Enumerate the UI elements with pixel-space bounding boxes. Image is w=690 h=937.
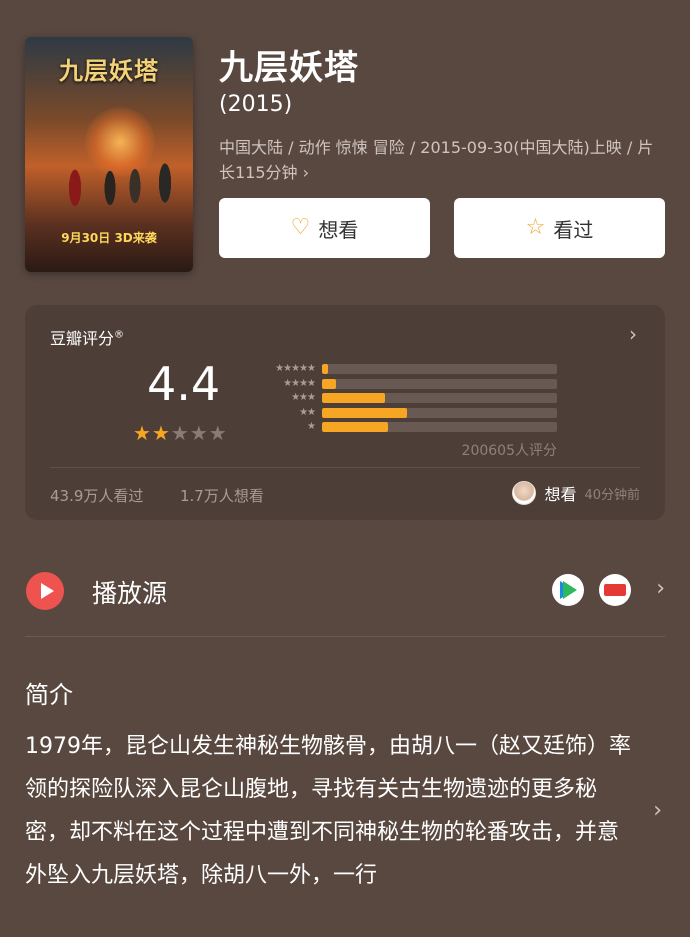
want-label: 想看 <box>318 217 359 242</box>
poster-figures <box>35 138 183 228</box>
rating-score: 4.4 <box>147 357 221 411</box>
star-filled-icon: ★ <box>151 421 171 445</box>
rating-count: 200605人评分 <box>461 443 557 459</box>
user-time: 40分钟前 <box>584 487 640 503</box>
poster-date: 9月30日 3D来袭 <box>61 231 157 245</box>
chevron-right-icon[interactable]: › <box>629 322 637 346</box>
movie-year: (2015) <box>219 92 293 117</box>
section-divider <box>25 636 665 637</box>
distribution-stars: ★★★ <box>291 392 316 404</box>
movie-poster[interactable]: 九层妖塔 9月30日 3D来袭 <box>25 37 193 272</box>
distribution-row: ★★★ <box>255 391 557 406</box>
rating-label: 豆瓣评分® <box>50 325 124 349</box>
distribution-stars: ★ <box>307 421 316 433</box>
distribution-stars: ★★★★★ <box>275 363 316 375</box>
poster-title: 九层妖塔 <box>59 57 159 85</box>
divider <box>50 467 640 468</box>
star-icon: ☆ <box>525 215 546 240</box>
distribution-bar <box>322 364 328 375</box>
rating-card[interactable]: 豆瓣评分® › 4.4 ★★★★★ ★★★★★ ★★★★ ★★★ ★★ ★ 200605… <box>25 305 665 520</box>
seen-count[interactable]: 43.9万人看过 <box>50 485 143 506</box>
bilibili-icon[interactable] <box>599 574 631 606</box>
play-source-row[interactable]: 播放源 › <box>25 568 665 616</box>
distribution-bar <box>322 422 388 433</box>
distribution-bar <box>322 393 386 404</box>
play-icon <box>26 572 64 610</box>
distribution-row: ★★★★★ <box>255 362 557 377</box>
rating-label-text: 豆瓣评分 <box>50 329 115 348</box>
user-activity[interactable]: 想看 40分钟前 <box>512 481 640 505</box>
tencent-video-icon[interactable] <box>552 574 584 606</box>
chevron-right-icon[interactable]: › <box>656 576 665 601</box>
intro-title: 简介 <box>25 681 73 709</box>
heart-plus-icon: ♡ <box>290 215 311 240</box>
distribution-stars: ★★ <box>299 406 316 418</box>
distribution-bar <box>322 378 337 389</box>
star-filled-icon: ★ <box>133 421 152 445</box>
distribution-row: ★ <box>255 420 557 435</box>
star-empty-icon: ★ <box>189 421 209 445</box>
seen-label: 看过 <box>553 217 594 242</box>
distribution-track <box>322 364 557 375</box>
distribution-track <box>322 378 557 389</box>
avatar <box>512 481 537 505</box>
distribution-track <box>322 393 557 404</box>
intro-text[interactable]: 1979年，昆仑山发生神秘生物骸骨，由胡八一（赵又廷饰）率领的探险队深入昆仑山腹… <box>25 725 635 897</box>
movie-meta[interactable]: 中国大陆 / 动作 惊悚 冒险 / 2015-09-30(中国大陆)上映 / 片… <box>219 135 664 185</box>
star-empty-icon: ★ <box>170 421 190 445</box>
distribution-bar <box>322 407 407 418</box>
want-button[interactable]: ♡ 想看 <box>219 198 430 258</box>
distribution-row: ★★★★ <box>255 377 557 392</box>
distribution-stars: ★★★★ <box>283 377 316 389</box>
user-action: 想看 <box>544 485 577 504</box>
wish-count[interactable]: 1.7万人想看 <box>180 485 264 506</box>
star-empty-icon: ★ <box>208 421 228 445</box>
distribution-track <box>322 422 557 433</box>
registered-mark: ® <box>114 329 125 341</box>
chevron-right-icon[interactable]: › <box>653 798 662 823</box>
play-source-label: 播放源 <box>92 579 168 608</box>
movie-title: 九层妖塔 <box>219 48 359 88</box>
distribution-track <box>322 407 557 418</box>
distribution-row: ★★ <box>255 406 557 421</box>
seen-button[interactable]: ☆ 看过 <box>454 198 665 258</box>
rating-stars: ★★★★★ <box>133 421 228 445</box>
rating-distribution: ★★★★★ ★★★★ ★★★ ★★ ★ <box>255 362 557 435</box>
